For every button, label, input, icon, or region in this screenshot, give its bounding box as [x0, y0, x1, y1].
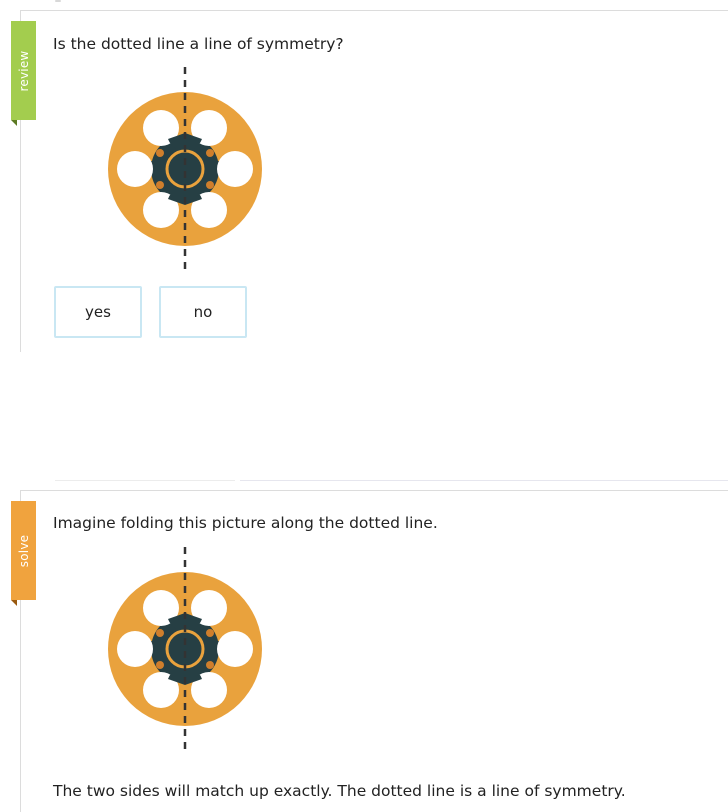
solve-ribbon: solve	[11, 501, 36, 606]
review-ribbon: review	[11, 21, 36, 126]
question-text: Is the dotted line a line of symmetry?	[53, 35, 344, 53]
review-ribbon-fold	[11, 120, 17, 126]
film-reel-figure	[105, 65, 265, 275]
film-reel-body	[108, 92, 262, 246]
solve-conclusion-text: The two sides will match up exactly. The…	[53, 782, 626, 800]
film-reel-body-solve	[108, 572, 262, 726]
solve-intro-text: Imagine folding this picture along the d…	[53, 514, 438, 532]
section-divider-left	[55, 480, 235, 481]
review-ribbon-label: review	[16, 50, 31, 91]
top-edge-mark	[55, 0, 61, 2]
film-reel-folded-figure	[105, 545, 265, 755]
film-reel-icon	[108, 67, 262, 271]
section-divider-right	[240, 480, 728, 481]
solve-ribbon-label: solve	[16, 534, 31, 567]
solve-ribbon-fold	[11, 600, 17, 606]
choice-no-button[interactable]: no	[159, 286, 247, 338]
film-reel-fold-icon	[108, 547, 262, 751]
choice-yes-button[interactable]: yes	[54, 286, 142, 338]
